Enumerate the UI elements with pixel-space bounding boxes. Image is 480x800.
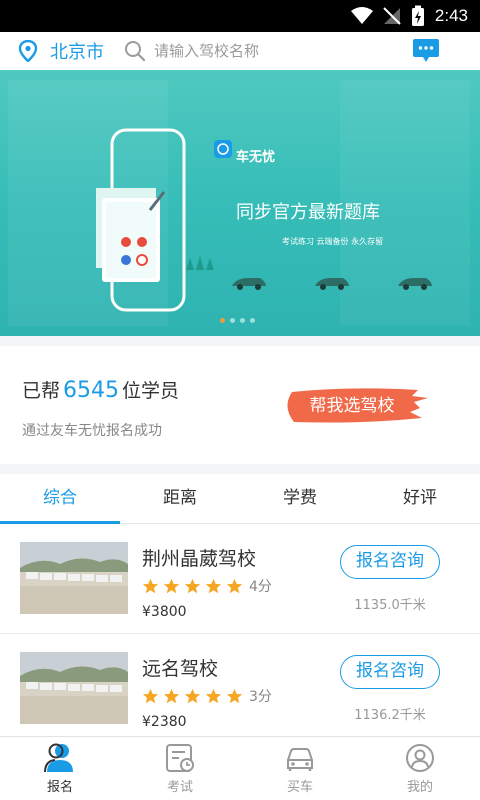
tab-rating[interactable]: 好评 — [360, 474, 480, 523]
school-rating: 3分 — [142, 686, 272, 706]
signup-user-icon — [44, 743, 73, 773]
search-icon — [125, 41, 146, 62]
pagination-dot — [220, 318, 225, 323]
consult-button[interactable]: 报名咨询 — [340, 545, 440, 579]
stats-card: 已帮 6545 位学员 通过友车无忧报名成功 帮我选驾校 — [0, 346, 480, 464]
top-bar: 北京市 — [0, 32, 480, 70]
banner-brand: 车无忧 — [236, 150, 276, 165]
no-signal-icon — [383, 7, 401, 25]
banner-subtag: 考试练习 云端备份 永久存留 — [282, 237, 384, 246]
student-count: 6545 — [63, 378, 120, 403]
star-icon — [184, 688, 201, 703]
promo-banner[interactable]: 车无忧 同步官方最新题库 考试练习 云端备份 永久存留 — [0, 70, 480, 336]
city-selector[interactable]: 北京市 — [50, 38, 104, 64]
school-rating: 4分 — [142, 576, 272, 596]
location-pin-icon[interactable] — [18, 40, 38, 62]
student-count-line: 已帮 6545 位学员 — [22, 376, 179, 403]
school-score: 3分 — [249, 689, 272, 705]
banner-tagline: 同步官方最新题库 — [236, 202, 380, 223]
wifi-icon — [350, 7, 373, 24]
star-icon — [184, 578, 201, 593]
school-photo — [20, 542, 128, 614]
tab-distance[interactable]: 距离 — [120, 474, 240, 523]
star-icon — [205, 688, 222, 703]
tab-overall[interactable]: 综合 — [0, 474, 120, 524]
profile-icon — [406, 744, 434, 772]
nav-exam-label: 考试 — [166, 780, 193, 795]
search-input[interactable] — [154, 42, 374, 60]
banner-pagination — [220, 318, 255, 323]
help-choose-school-button[interactable]: 帮我选驾校 — [282, 386, 432, 426]
star-icon — [163, 688, 180, 703]
school-distance: 1136.2千米 — [354, 708, 426, 723]
school-price: ¥3800 — [142, 604, 187, 620]
star-icon — [205, 578, 222, 593]
exam-schedule-icon — [166, 744, 194, 772]
star-icon — [226, 578, 243, 593]
stats-prefix: 已帮 — [22, 380, 61, 402]
school-price: ¥2380 — [142, 714, 187, 730]
stats-subtitle: 通过友车无忧报名成功 — [22, 423, 162, 439]
star-icon — [142, 688, 159, 703]
message-icon[interactable] — [412, 38, 440, 64]
nav-signup[interactable]: 报名 — [0, 737, 120, 800]
school-item[interactable]: 远名驾校 3分 ¥2380 报名咨询 1136.2千米 — [0, 634, 480, 744]
nav-profile[interactable]: 我的 — [360, 737, 480, 800]
pagination-dot — [240, 318, 245, 323]
nav-exam[interactable]: 考试 — [120, 737, 240, 800]
status-bar: 2:43 — [0, 0, 480, 32]
battery-charging-icon — [411, 5, 424, 26]
nav-profile-label: 我的 — [406, 780, 433, 795]
stats-suffix: 位学员 — [122, 380, 180, 402]
nav-signup-label: 报名 — [46, 780, 73, 795]
pagination-dot — [230, 318, 235, 323]
school-photo — [20, 652, 128, 724]
car-icon — [287, 748, 313, 771]
school-distance: 1135.0千米 — [354, 598, 426, 613]
school-item[interactable]: 荆州晶葳驾校 4分 ¥3800 报名咨询 1135.0千米 — [0, 524, 480, 634]
star-icon — [142, 578, 159, 593]
clock: 2:43 — [434, 6, 468, 25]
nav-buy-car-label: 买车 — [286, 780, 313, 795]
sort-tabs: 综合 距离 学费 好评 — [0, 474, 480, 524]
star-icon — [163, 578, 180, 593]
school-name: 荆州晶葳驾校 — [142, 548, 257, 570]
school-score: 4分 — [249, 579, 272, 595]
bottom-nav: 报名 考试 买车 我的 — [0, 736, 480, 800]
tab-fee[interactable]: 学费 — [240, 474, 360, 523]
nav-buy-car[interactable]: 买车 — [240, 737, 360, 800]
star-icon — [226, 688, 243, 703]
school-list: 荆州晶葳驾校 4分 ¥3800 报名咨询 1135.0千米 远名驾校 3分 ¥2… — [0, 524, 480, 744]
consult-button[interactable]: 报名咨询 — [340, 655, 440, 689]
school-name: 远名驾校 — [142, 658, 219, 680]
help-choose-school-label: 帮我选驾校 — [309, 396, 395, 416]
pagination-dot — [250, 318, 255, 323]
